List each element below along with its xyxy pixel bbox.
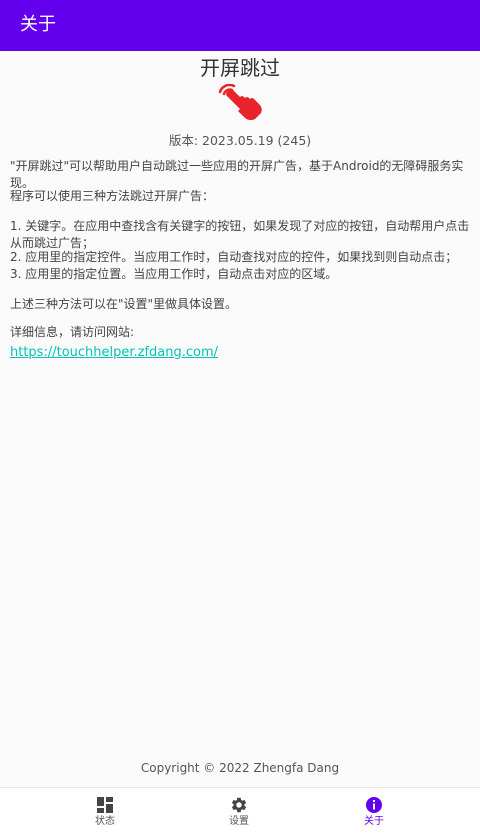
website-link[interactable]: https://touchhelper.zfdang.com/ [10, 345, 218, 360]
settings-note-text: 上述三种方法可以在"设置"里做具体设置。 [10, 297, 238, 311]
app-bar: 关于 [0, 0, 480, 51]
method-item: 2. 应用里的指定控件。当应用工作时，自动查找对应的控件，如果找到则自动点击； [10, 250, 458, 264]
website-label: 详细信息，请访问网站: [10, 325, 135, 339]
copyright-text: Copyright © 2022 Zhengfa Dang [140, 761, 340, 775]
nav-label-about: 关于 [364, 816, 384, 827]
page-title: 关于 [20, 14, 56, 35]
nav-label-settings: 设置 [229, 816, 249, 827]
description-text: "开屏跳过"可以帮助用户自动跳过一些应用的开屏广告，基于Android的无障碍服… [10, 159, 464, 190]
info-icon [366, 797, 382, 813]
tap-hand-icon [218, 84, 262, 121]
method-item: 3. 应用里的指定位置。当应用工作时，自动点击对应的区域。 [10, 267, 338, 281]
app-name: 开屏跳过 [200, 56, 280, 80]
nav-item-status[interactable]: 状态 [45, 788, 165, 834]
dashboard-icon [97, 797, 113, 813]
bottom-navigation: 状态 设置 关于 [0, 787, 480, 834]
methods-intro-text: 程序可以使用三种方法跳过开屏广告： [10, 189, 215, 203]
method-item: 1. 关键字。在应用中查找含有关键字的按钮，如果发现了对应的按钮，自动帮用户点击… [10, 219, 470, 250]
nav-item-about[interactable]: 关于 [314, 788, 434, 834]
gear-icon [231, 797, 247, 813]
nav-item-settings[interactable]: 设置 [179, 788, 299, 834]
version-text: 版本: 2023.05.19 (245) [168, 133, 312, 148]
nav-label-status: 状态 [95, 816, 115, 827]
